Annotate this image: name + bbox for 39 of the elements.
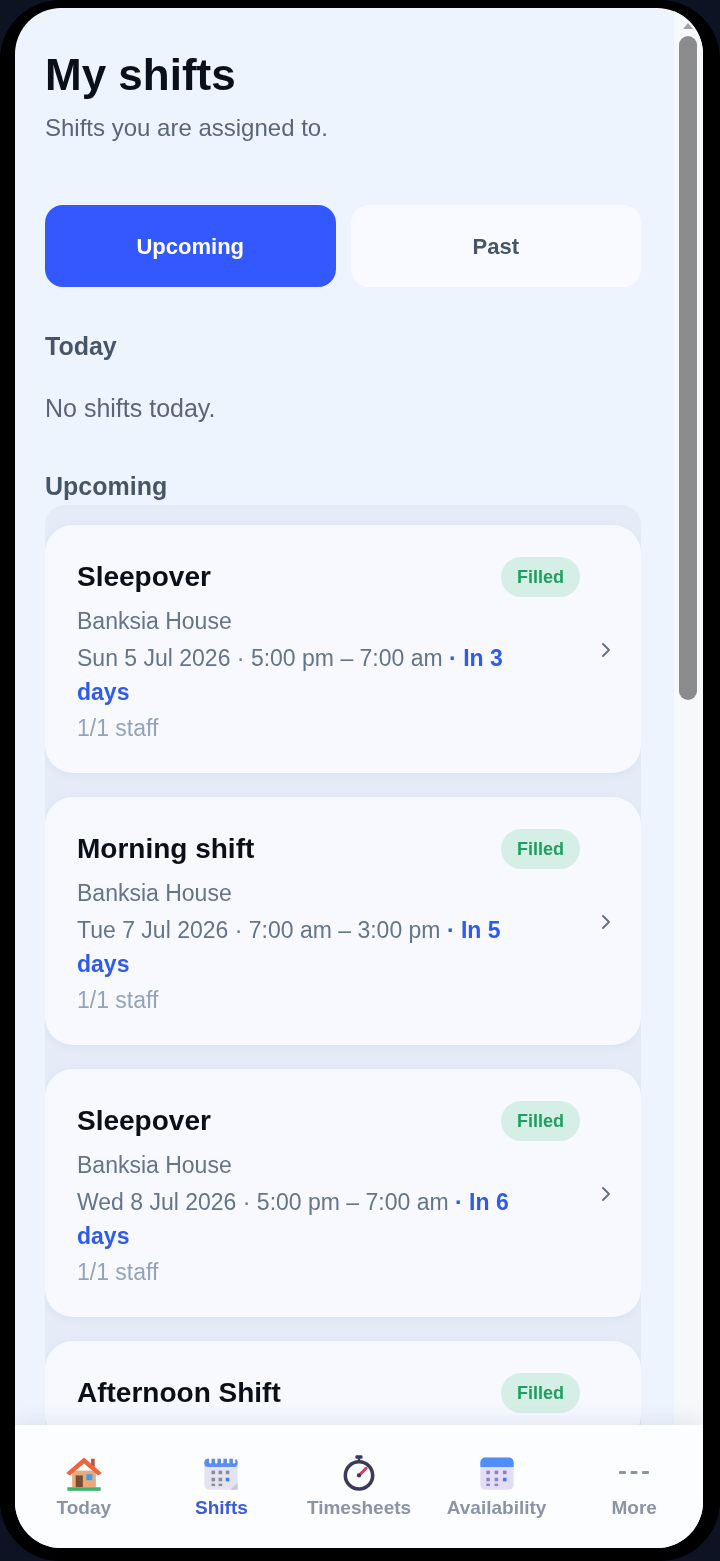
empty-message: No shifts today. (45, 393, 217, 423)
nav-tab[interactable]: Today (15, 1425, 153, 1548)
page-subtitle: Shifts you are assigned to. (45, 113, 329, 143)
shift-card[interactable]: Sleepover Filled Banksia House Wed 8 Jul 2026 · 5:00 pm – 7:00 am · In 6 days 1/1 staff (45, 1069, 641, 1317)
staff-count: 1/1 staff (77, 986, 160, 1015)
shift-time: Wed 8 Jul 2026 · 5:00 pm – 7:00 am · In 6 days (77, 1188, 510, 1251)
shift-time: Sun 5 Jul 2026 · 5:00 pm – 7:00 am · In 3 days (77, 644, 504, 707)
chevron-right-icon (601, 642, 611, 658)
scrollbar-thumb[interactable] (679, 36, 697, 700)
chevron-right-icon (601, 914, 611, 930)
status-badge: Filled (501, 557, 580, 597)
shift-title: Afternoon Shift (77, 1376, 281, 1410)
tab[interactable]: Past (350, 205, 641, 287)
nav-tab[interactable]: Timesheets (290, 1425, 428, 1548)
section-heading: Today (45, 331, 118, 361)
section-heading: Upcoming (45, 471, 169, 501)
nav-tab[interactable]: Shifts (152, 1425, 291, 1548)
shift-location: Banksia House (77, 607, 233, 636)
page-title: My shifts (45, 51, 237, 99)
shift-title: Sleepover (77, 560, 211, 594)
shift-time: Tue 7 Jul 2026 · 7:00 am – 3:00 pm · In 5 days (77, 916, 502, 979)
staff-count: 1/1 staff (77, 714, 160, 743)
shift-card[interactable]: Morning shift Filled Banksia House Tue 7 Jul 2026 · 7:00 am – 3:00 pm · In 5 days 1/1 staff (45, 797, 641, 1045)
shift-card[interactable]: Sleepover Filled Banksia House Sun 5 Jul 2026 · 5:00 pm – 7:00 am · In 3 days 1/1 staff (45, 525, 641, 773)
shift-title: Sleepover (77, 1104, 211, 1138)
chevron-right-icon (601, 1186, 611, 1202)
shift-card[interactable]: Afternoon Shift Filled (45, 1341, 641, 1425)
tab[interactable]: Upcoming (45, 205, 336, 287)
more-icon (618, 1469, 651, 1477)
status-badge: Filled (501, 1373, 580, 1413)
shift-title: Morning shift (77, 832, 255, 866)
shift-location: Banksia House (77, 1151, 233, 1180)
status-badge: Filled (501, 1101, 580, 1141)
status-badge: Filled (501, 829, 580, 869)
staff-count: 1/1 staff (77, 1258, 160, 1287)
nav-tab[interactable]: More (565, 1425, 703, 1548)
nav-tab[interactable]: Availability (427, 1425, 566, 1548)
shift-location: Banksia House (77, 879, 233, 908)
scroll-up-arrow-icon[interactable] (682, 22, 694, 30)
